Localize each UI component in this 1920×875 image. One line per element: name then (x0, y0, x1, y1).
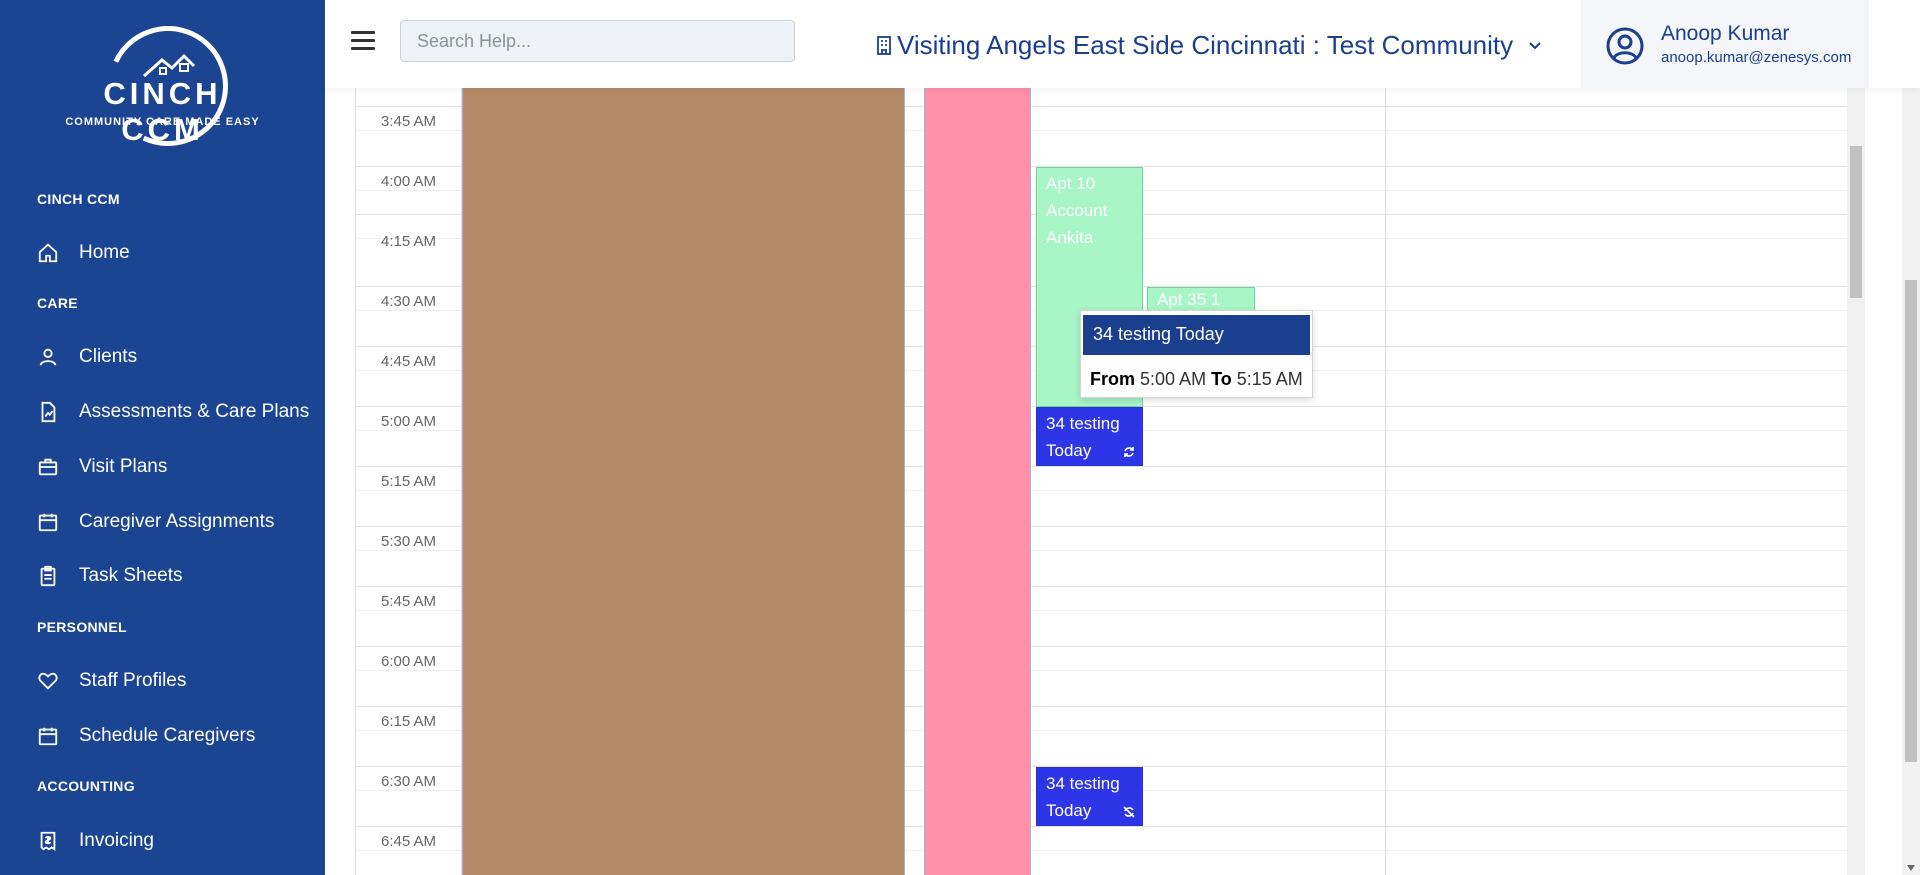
time-label: 5:45 AM (381, 593, 437, 610)
user-icon (39, 348, 57, 366)
user-avatar-icon (1606, 27, 1644, 65)
sidebar-item-visit-plans[interactable]: Visit Plans (37, 450, 167, 484)
briefcase-icon (38, 458, 58, 476)
event-text: Apt 10 (1046, 174, 1096, 193)
sidebar-item-label: Caregiver Assignments (79, 511, 275, 532)
logo-tagline: COMMUNITY CARE MADE EASY (65, 116, 260, 128)
time-label: 4:30 AM (381, 293, 437, 310)
sidebar-item-label: Visit Plans (79, 456, 168, 477)
home-icon (38, 243, 58, 263)
event-text: Today (1046, 801, 1092, 820)
event-text: Apt 35 1 (1157, 290, 1221, 309)
event-text: 34 testing (1046, 774, 1120, 793)
chevron-down-icon (1529, 42, 1541, 50)
sidebar-item-staff-profiles[interactable]: Staff Profiles (37, 664, 186, 698)
time-label: 6:00 AM (381, 653, 437, 670)
top-header: Visiting Angels East Side Cincinnati : T… (325, 0, 1920, 88)
section-personnel: PERSONNEL (37, 619, 127, 635)
sidebar: CINCH CCM COMMUNITY CARE MADE EASY CINCH… (0, 0, 325, 875)
scrollbar-thumb[interactable] (1905, 280, 1917, 762)
tooltip-from-time: 5:00 AM (1140, 369, 1207, 389)
calendar-event[interactable]: 34 testing Today (1036, 407, 1143, 466)
user-name: Anoop Kumar (1661, 22, 1790, 45)
tooltip-to-time: 5:15 AM (1236, 369, 1303, 389)
heart-hand-icon (38, 672, 58, 690)
scroll-down-icon[interactable] (1907, 865, 1915, 871)
recurring-off-icon (1123, 806, 1135, 818)
community-selector[interactable]: Visiting Angels East Side Cincinnati : T… (875, 28, 1543, 62)
invoice-icon (40, 831, 56, 851)
sidebar-item-clients[interactable]: Clients (37, 340, 137, 374)
logo-brand-text: CINCH CCM (103, 76, 222, 147)
cinch-ccm-logo[interactable]: CINCH CCM COMMUNITY CARE MADE EASY (60, 9, 265, 163)
time-label: 4:00 AM (381, 173, 437, 190)
document-chart-icon (41, 401, 56, 423)
time-label: 4:45 AM (381, 353, 437, 370)
page-scrollbar[interactable] (1902, 0, 1920, 875)
sidebar-item-home[interactable]: Home (37, 236, 130, 270)
user-menu[interactable]: Anoop Kumar anoop.kumar@zenesys.com (1581, 0, 1869, 88)
event-tooltip: 34 testing Today From 5:00 AM To 5:15 AM (1080, 310, 1313, 398)
time-label: 5:15 AM (381, 473, 437, 490)
user-email: anoop.kumar@zenesys.com (1661, 49, 1852, 66)
unavailable-block[interactable] (462, 88, 905, 875)
menu-toggle-icon[interactable] (351, 31, 375, 55)
sidebar-item-schedule-caregivers[interactable]: Schedule Caregivers (37, 719, 255, 753)
sidebar-item-task-sheets[interactable]: Task Sheets (37, 559, 183, 593)
section-accounting: ACCOUNTING (37, 778, 135, 794)
tooltip-from-label: From (1090, 369, 1135, 389)
sidebar-item-caregiver-assignments[interactable]: Caregiver Assignments (37, 505, 274, 539)
sidebar-item-assessments[interactable]: Assessments & Care Plans (37, 395, 309, 429)
tooltip-time-range: From 5:00 AM To 5:15 AM (1090, 369, 1303, 390)
search-help-input[interactable] (400, 20, 795, 62)
time-label: 6:30 AM (381, 773, 437, 790)
event-text: Account (1046, 201, 1108, 220)
sidebar-item-label: Clients (79, 346, 138, 367)
recurring-icon (1124, 447, 1134, 457)
section-cinch-ccm: CINCH CCM (37, 191, 120, 207)
unavailable-block[interactable] (924, 88, 1031, 875)
time-label: 3:45 AM (381, 113, 437, 130)
tooltip-title: 34 testing Today (1083, 315, 1310, 355)
calendar-icon (38, 513, 58, 532)
building-icon (877, 36, 891, 55)
section-care: CARE (37, 295, 78, 311)
calendar-event[interactable]: Apt 35 1 (1147, 287, 1255, 311)
community-name: Visiting Angels East Side Cincinnati : T… (897, 29, 1514, 60)
clipboard-icon (40, 565, 56, 587)
sidebar-item-label: Staff Profiles (79, 670, 187, 691)
sidebar-item-label: Invoicing (79, 830, 154, 851)
event-text: Today (1046, 441, 1092, 460)
event-text: 34 testing (1046, 414, 1120, 433)
sidebar-item-label: Home (79, 242, 130, 263)
time-label: 6:45 AM (381, 833, 437, 850)
time-label: 5:30 AM (381, 533, 437, 550)
calendar-scrollbar[interactable] (1847, 88, 1865, 875)
time-axis: 3:45 AM 4:00 AM 4:15 AM 4:30 AM 4:45 AM … (355, 88, 461, 875)
scrollbar-thumb[interactable] (1850, 146, 1862, 298)
day-calendar: 3:45 AM 4:00 AM 4:15 AM 4:30 AM 4:45 AM … (355, 88, 1847, 875)
sidebar-item-label: Task Sheets (79, 565, 183, 586)
calendar-icon (38, 727, 58, 746)
event-text: Ankita (1046, 228, 1094, 247)
calendar-event[interactable]: 34 testing Today (1036, 767, 1143, 826)
tooltip-to-label: To (1211, 369, 1232, 389)
sidebar-item-label: Schedule Caregivers (79, 725, 256, 746)
time-label: 6:15 AM (381, 713, 437, 730)
sidebar-item-label: Assessments & Care Plans (79, 401, 310, 422)
sidebar-item-invoicing[interactable]: Invoicing (37, 824, 154, 858)
time-label: 4:15 AM (381, 233, 437, 250)
time-label: 5:00 AM (381, 413, 437, 430)
